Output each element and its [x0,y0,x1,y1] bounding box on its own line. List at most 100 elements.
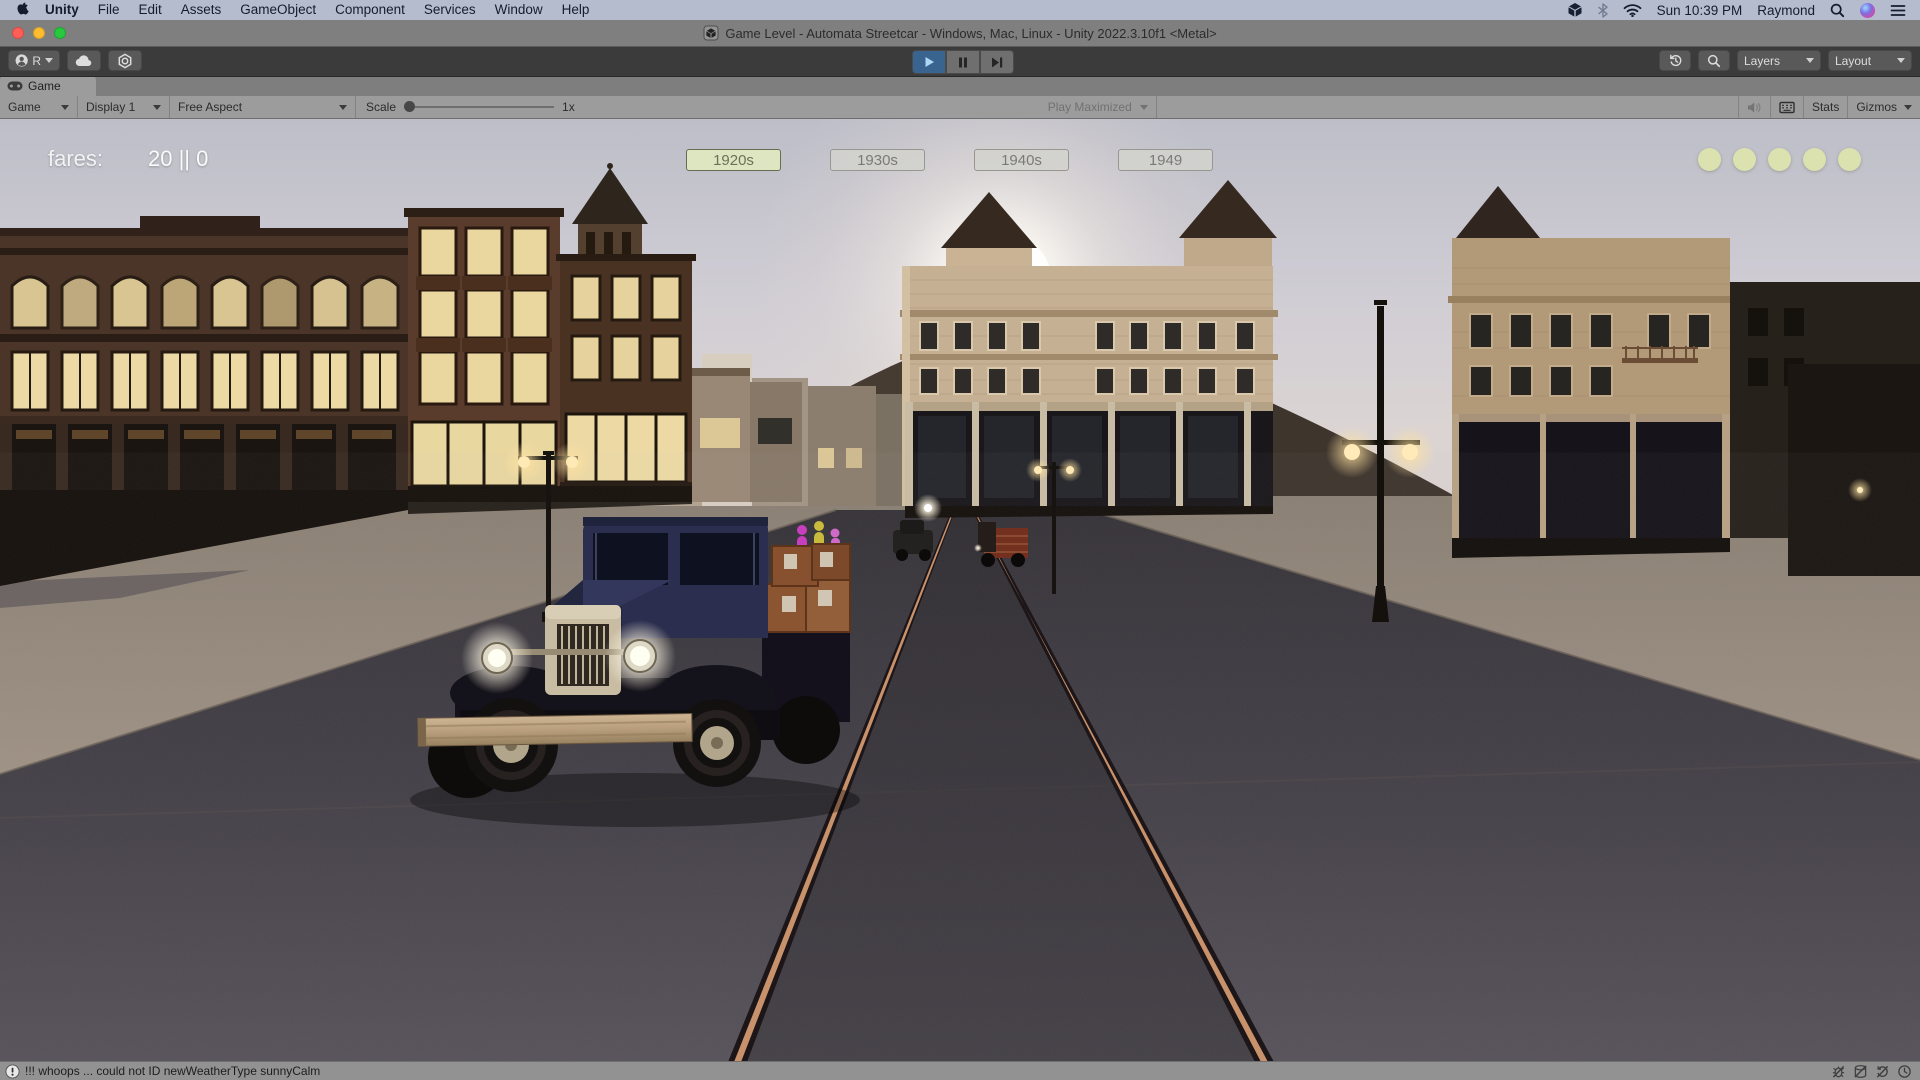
search-icon [1707,54,1721,68]
layout-dropdown[interactable]: Layout [1828,50,1912,71]
gizmos-label: Gizmos [1856,100,1897,114]
window-doc-icon [703,25,719,41]
menu-unity[interactable]: Unity [45,0,79,20]
right-building-2 [1448,186,1734,558]
step-button[interactable] [980,50,1014,74]
life-token [1768,148,1791,171]
aspect-label: Free Aspect [178,100,242,114]
step-icon [991,57,1003,68]
scale-slider[interactable] [404,106,554,108]
scale-slider-knob[interactable] [404,101,415,112]
console-message[interactable]: !!! whoops ... could not ID newWeatherTy… [25,1064,320,1078]
person-icon [15,53,28,68]
stats-button[interactable]: Stats [1804,96,1848,118]
search-button[interactable] [1698,50,1730,71]
unity-statusbar: !!! whoops ... could not ID newWeatherTy… [0,1061,1920,1080]
version-control-button[interactable] [108,50,142,71]
layers-label: Layers [1744,54,1780,68]
menu-services[interactable]: Services [424,0,476,20]
cloud-services-button[interactable] [67,50,101,71]
keyboard-grid-icon [1779,101,1795,114]
window-titlebar[interactable]: Game Level - Automata Streetcar - Window… [0,20,1920,47]
account-initial: R [32,54,41,68]
undo-history-button[interactable] [1659,50,1691,71]
clock-time[interactable]: Sun 10:39 PM [1657,3,1743,18]
scale-value: 1x [562,100,575,114]
aspect-ratio-dropdown[interactable]: Free Aspect [170,96,356,118]
play-icon [924,56,935,68]
road-texture [0,508,1920,1062]
life-token [1803,148,1826,171]
apple-icon[interactable] [14,2,29,19]
speaker-icon [1747,101,1762,114]
play-maximized-dropdown[interactable]: Play Maximized [1040,96,1157,118]
chevron-down-icon [45,58,53,63]
debug-mode-icon[interactable] [1831,1064,1846,1079]
unity-editor-window: Unity File Edit Assets GameObject Compon… [0,0,1920,1080]
menu-help[interactable]: Help [562,0,590,20]
cache-server-icon[interactable] [1853,1064,1868,1079]
pause-icon [958,57,968,68]
chevron-down-icon [153,105,161,110]
device-keyboard-button[interactable] [1771,96,1804,118]
siri-icon[interactable] [1860,3,1875,18]
stats-label: Stats [1812,100,1839,114]
play-button[interactable] [912,50,946,74]
bluetooth-icon[interactable] [1598,3,1608,18]
chevron-down-icon [1806,58,1814,63]
display-dropdown[interactable]: Display 1 [78,96,170,118]
chevron-down-icon [61,105,69,110]
account-button[interactable]: R [8,50,60,71]
chevron-down-icon [1897,58,1905,63]
era-button-1930s[interactable]: 1930s [830,149,925,171]
view-tabbar: Game [0,76,1920,96]
pause-button[interactable] [946,50,980,74]
fares-value: 20 || 0 [148,146,208,172]
era-button-1920s[interactable]: 1920s [686,149,781,171]
chevron-down-icon [339,105,347,110]
gamepad-icon [7,81,23,91]
menu-component[interactable]: Component [335,0,405,20]
game-mode-label: Game [8,100,41,114]
tab-game-label: Game [28,79,61,93]
era-button-1940s[interactable]: 1940s [974,149,1069,171]
display-label: Display 1 [86,100,135,114]
chevron-down-icon [1140,105,1148,110]
menu-gameobject[interactable]: GameObject [240,0,316,20]
layers-dropdown[interactable]: Layers [1737,50,1821,71]
control-list-icon[interactable] [1890,4,1906,17]
unity-toolbar: R [0,46,1920,77]
spotlight-search-icon[interactable] [1830,3,1845,18]
window-title: Game Level - Automata Streetcar - Window… [725,26,1216,41]
game-view-toolbar: Game Display 1 Free Aspect Scale 1x Play… [0,96,1920,119]
play-maximized-label: Play Maximized [1048,100,1132,114]
menu-window[interactable]: Window [495,0,543,20]
auto-refresh-icon[interactable] [1875,1064,1890,1079]
mute-audio-button[interactable] [1738,96,1771,118]
gizmos-dropdown[interactable]: Gizmos [1848,96,1920,118]
info-icon [5,1064,20,1079]
toolbar-spacer [1157,96,1738,118]
activity-clock-icon[interactable] [1897,1064,1912,1079]
cloud-icon [75,54,93,67]
life-token [1838,148,1861,171]
era-button-1949[interactable]: 1949 [1118,149,1213,171]
scale-label: Scale [366,100,396,114]
user-name[interactable]: Raymond [1757,3,1815,18]
game-viewport[interactable]: fares: 20 || 0 1920s 1930s 1940s 1949 [0,118,1920,1062]
gear-hex-icon [117,53,133,69]
scale-control: Scale 1x [356,100,585,114]
menu-edit[interactable]: Edit [139,0,162,20]
menu-file[interactable]: File [98,0,120,20]
history-icon [1668,53,1683,68]
unity-cube-icon[interactable] [1567,2,1583,18]
chevron-down-icon [1904,105,1912,110]
menu-assets[interactable]: Assets [181,0,222,20]
wifi-icon[interactable] [1623,3,1642,17]
life-token [1698,148,1721,171]
layout-label: Layout [1835,54,1871,68]
life-token [1733,148,1756,171]
fares-label: fares: [48,146,103,172]
tab-game[interactable]: Game [0,76,96,96]
game-mode-dropdown[interactable]: Game [0,96,78,118]
